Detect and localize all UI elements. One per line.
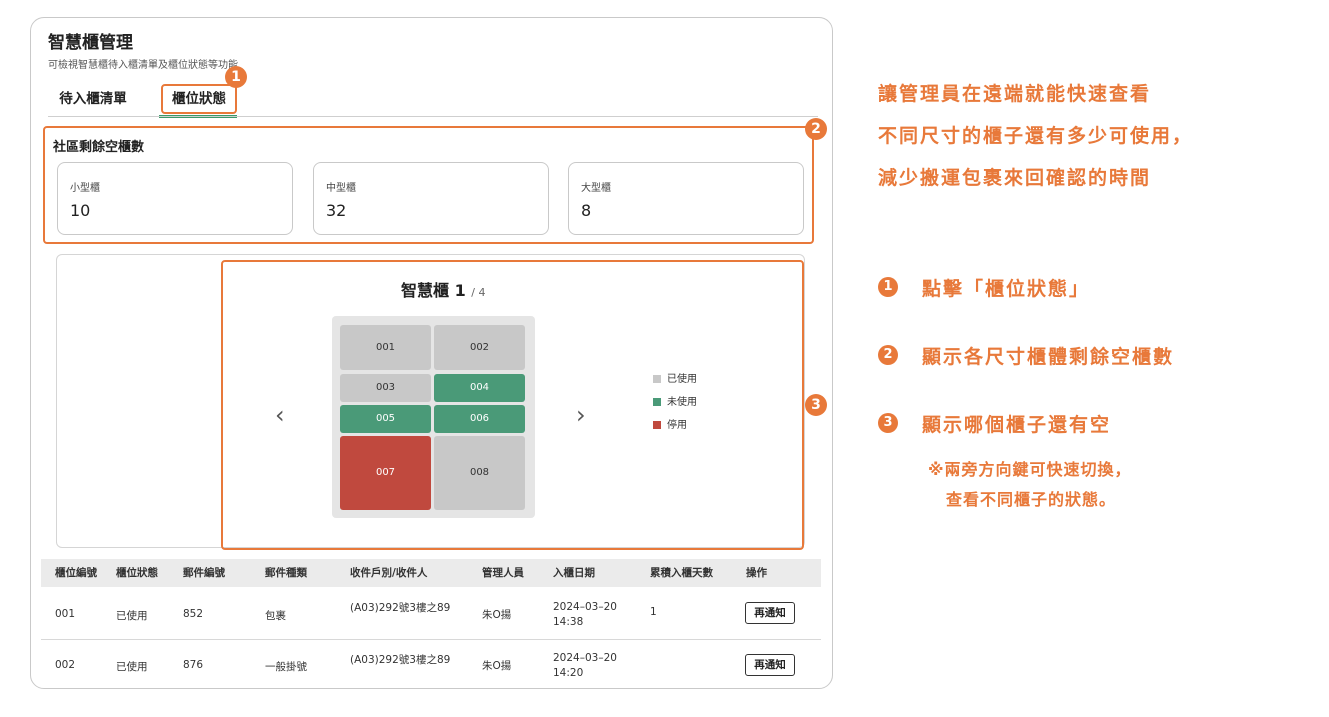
- cell-locker-no: 002: [55, 659, 76, 671]
- th-mail-no: 郵件編號: [183, 567, 225, 579]
- page-title: 智慧櫃管理: [48, 33, 133, 53]
- legend-label: 已使用: [667, 374, 697, 385]
- legend-swatch: [653, 375, 661, 383]
- next-locker-arrow-icon[interactable]: ›: [576, 401, 586, 429]
- legend-swatch: [653, 421, 661, 429]
- legend-label: 未使用: [667, 397, 697, 408]
- item-badge-2: 2: [878, 345, 898, 365]
- cell-recipient: (A03)292號3樓之89: [350, 602, 451, 614]
- locker-cell-001[interactable]: 001: [340, 325, 431, 370]
- locker-cell-002[interactable]: 002: [434, 325, 525, 370]
- headline-line-2: 不同尺寸的櫃子還有多少可使用，: [878, 125, 1194, 147]
- th-staff: 管理人員: [482, 567, 524, 579]
- item-text-2: 顯示各尺寸櫃體剩餘空櫃數: [922, 346, 1175, 368]
- th-recipient: 收件戶別/收件人: [350, 567, 428, 579]
- locker-management-panel: 智慧櫃管理 可檢視智慧櫃待入櫃清單及櫃位狀態等功能 待入櫃清單 櫃位狀態 1 2…: [30, 17, 833, 689]
- locker-cell-006[interactable]: 006: [434, 405, 525, 433]
- cell-mail-no: 852: [183, 608, 204, 620]
- summary-title: 社區剩餘空櫃數: [53, 140, 145, 155]
- locker-cell-004[interactable]: 004: [434, 374, 525, 402]
- th-action: 操作: [746, 567, 767, 579]
- cell-recipient: (A03)292號3樓之89: [350, 654, 451, 666]
- locker-cell-008[interactable]: 008: [434, 436, 525, 510]
- prev-locker-arrow-icon[interactable]: ‹: [275, 401, 285, 429]
- locker-cell-003[interactable]: 003: [340, 374, 431, 402]
- legend-disabled: 停用: [653, 416, 687, 431]
- renotify-button[interactable]: 再通知: [745, 602, 795, 624]
- item-text-3: 顯示哪個櫃子還有空: [922, 414, 1112, 436]
- legend-free: 未使用: [653, 393, 697, 408]
- card-label: 小型櫃: [70, 183, 100, 194]
- tab-locker-status[interactable]: 櫃位狀態: [161, 84, 237, 114]
- headline-line-3: 減少搬運包裹來回確認的時間: [878, 167, 1152, 189]
- card-value: 32: [326, 201, 347, 220]
- cell-mail-type: 一般掛號: [265, 661, 307, 673]
- th-days: 累積入櫃天數: [650, 567, 713, 579]
- row-divider: [41, 639, 821, 640]
- annotation-badge-3: 3: [805, 394, 827, 416]
- cell-staff: 朱O揚: [482, 609, 512, 621]
- card-large-locker: 大型櫃 8: [568, 162, 804, 235]
- headline-line-1: 讓管理員在遠端就能快速查看: [878, 83, 1152, 105]
- annotation-badge-2: 2: [805, 118, 827, 140]
- cell-time: 14:38: [553, 616, 584, 628]
- cell-date: 2024–03–20: [553, 601, 617, 613]
- card-value: 10: [70, 201, 91, 220]
- cell-mail-no: 876: [183, 659, 204, 671]
- cell-locker-no: 001: [55, 608, 76, 620]
- locker-cell-005[interactable]: 005: [340, 405, 431, 433]
- cell-status: 已使用: [116, 610, 148, 622]
- th-date: 入櫃日期: [553, 567, 595, 579]
- cell-time: 14:20: [553, 667, 584, 679]
- legend-used: 已使用: [653, 370, 697, 385]
- locker-cell-007[interactable]: 007: [340, 436, 431, 510]
- cell-days: 1: [650, 606, 657, 618]
- th-locker-no: 櫃位編號: [55, 567, 97, 579]
- card-label: 大型櫃: [581, 183, 611, 194]
- cell-staff: 朱O揚: [482, 660, 512, 672]
- note-line-1: ※兩旁方向鍵可快速切換，: [928, 460, 1132, 479]
- locker-page-indicator: / 4: [471, 286, 486, 299]
- card-small-locker: 小型櫃 10: [57, 162, 293, 235]
- th-locker-status: 櫃位狀態: [116, 567, 158, 579]
- locker-name: 智慧櫃 1: [401, 281, 466, 300]
- tabs-divider: [48, 116, 818, 117]
- renotify-button[interactable]: 再通知: [745, 654, 795, 676]
- legend-swatch: [653, 398, 661, 406]
- locker-title: 智慧櫃 1 / 4: [401, 277, 486, 301]
- cell-status: 已使用: [116, 661, 148, 673]
- th-mail-type: 郵件種類: [265, 567, 307, 579]
- item-badge-3: 3: [878, 413, 898, 433]
- item-text-1: 點擊「櫃位狀態」: [922, 278, 1091, 300]
- legend-label: 停用: [667, 420, 687, 431]
- cell-date: 2024–03–20: [553, 652, 617, 664]
- table-header: 櫃位編號 櫃位狀態 郵件編號 郵件種類 收件戶別/收件人 管理人員 入櫃日期 累…: [41, 559, 821, 587]
- tab-pending-list[interactable]: 待入櫃清單: [53, 84, 133, 114]
- page-subtitle: 可檢視智慧櫃待入櫃清單及櫃位狀態等功能: [48, 60, 238, 71]
- card-value: 8: [581, 201, 592, 220]
- note-line-2: 查看不同櫃子的狀態。: [946, 490, 1117, 509]
- cell-mail-type: 包裹: [265, 610, 286, 622]
- card-label: 中型櫃: [326, 183, 356, 194]
- item-badge-1: 1: [878, 277, 898, 297]
- annotation-badge-1: 1: [225, 66, 247, 88]
- card-medium-locker: 中型櫃 32: [313, 162, 549, 235]
